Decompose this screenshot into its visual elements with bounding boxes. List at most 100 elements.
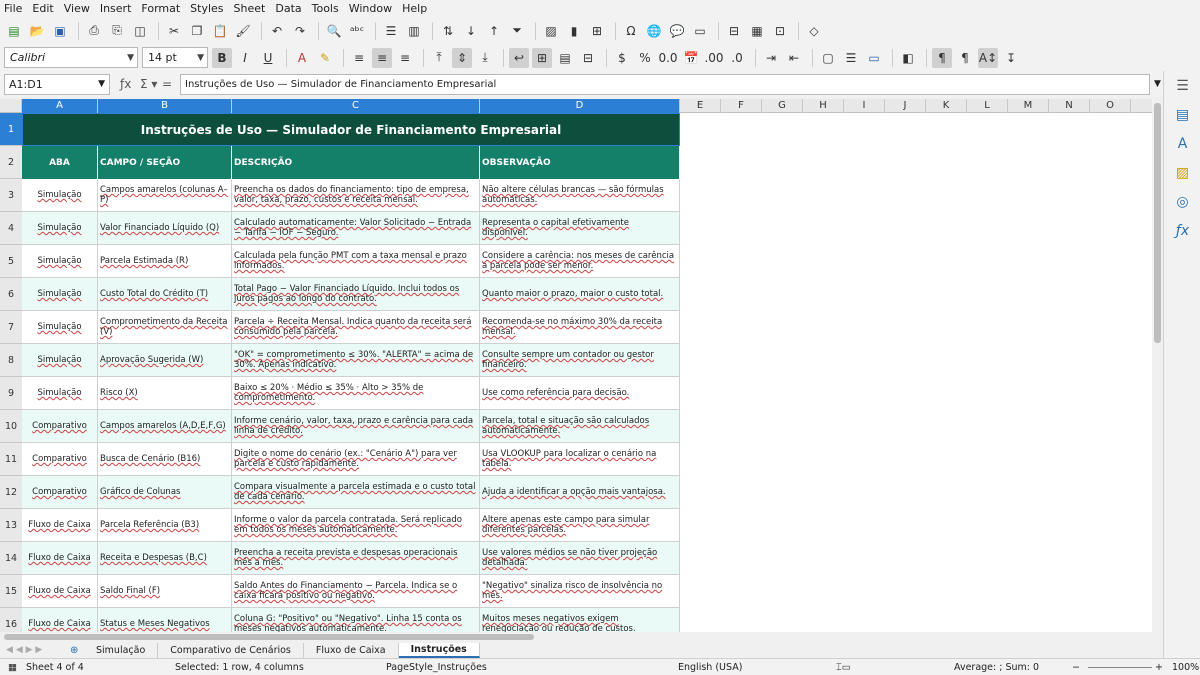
navigator-icon[interactable]: ◎ (1164, 187, 1200, 216)
table-cell[interactable]: Fluxo de Caixa (22, 542, 98, 575)
number-format-icon[interactable]: 0.0 (658, 48, 678, 68)
column-header-o[interactable]: O (1090, 99, 1131, 113)
print-icon[interactable]: ⎘ (107, 21, 127, 41)
save-icon[interactable]: ▣ (50, 21, 70, 41)
special-character-icon[interactable]: Ω (621, 21, 641, 41)
table-cell[interactable]: Comparativo (22, 443, 98, 476)
borders-icon[interactable]: ▢ (818, 48, 838, 68)
language[interactable]: English (USA) (678, 662, 742, 673)
column-header-m[interactable]: M (1008, 99, 1049, 113)
table-cell[interactable]: Representa o capital efetivamente dispon… (480, 212, 680, 245)
row-header[interactable]: 4 (0, 212, 22, 245)
row-header[interactable]: 10 (0, 410, 22, 443)
table-cell[interactable]: Preencha a receita prevista e despesas o… (232, 542, 480, 575)
comment-icon[interactable]: 💬 (667, 21, 687, 41)
italic-icon[interactable]: I (235, 48, 255, 68)
functions-icon[interactable]: ƒx (1164, 216, 1200, 245)
column-icon[interactable]: ▥ (404, 21, 424, 41)
table-cell[interactable]: Calculado automaticamente: Valor Solicit… (232, 212, 480, 245)
text-direction-icon[interactable]: A↕ (978, 47, 998, 68)
row-icon[interactable]: ☰ (381, 21, 401, 41)
sheet-tab[interactable]: Simulação (84, 642, 159, 658)
table-cell[interactable]: Status e Meses Negativos (98, 608, 232, 632)
insert-image-icon[interactable]: ▨ (541, 21, 561, 41)
merge-center-icon[interactable]: ⊞ (532, 47, 552, 68)
table-cell[interactable]: Saldo Antes do Financiamento − Parcela. … (232, 575, 480, 608)
row-header[interactable]: 12 (0, 476, 22, 509)
table-cell[interactable]: Considere a carência: nos meses de carên… (480, 245, 680, 278)
table-cell[interactable]: Total Pago − Valor Financiado Líquido. I… (232, 278, 480, 311)
border-style-icon[interactable]: ☰ (841, 48, 861, 68)
currency-format-icon[interactable]: $ (612, 48, 632, 68)
sheet-tab[interactable]: Instruções (398, 642, 480, 658)
delete-decimal-icon[interactable]: .0 (727, 48, 747, 68)
select-all-corner[interactable] (0, 99, 22, 113)
date-format-icon[interactable]: 📅 (681, 48, 701, 68)
gallery-icon[interactable]: ▨ (1164, 158, 1200, 187)
row-header[interactable]: 14 (0, 542, 22, 575)
table-cell[interactable]: Compara visualmente a parcela estimada e… (232, 476, 480, 509)
header-cell[interactable]: DESCRIÇÃO (232, 146, 480, 179)
column-header-c[interactable]: C (232, 99, 480, 113)
zoom-level[interactable]: 100% (1172, 662, 1199, 673)
sheet-tab[interactable]: Fluxo de Caixa (304, 642, 399, 658)
new-document-icon[interactable]: ▤ (4, 21, 24, 41)
increase-indent-icon[interactable]: ⇥ (761, 48, 781, 68)
menu-item-styles[interactable]: Styles (190, 2, 223, 15)
column-header-n[interactable]: N (1049, 99, 1090, 113)
table-cell[interactable]: Ajuda a identificar a opção mais vantajo… (480, 476, 680, 509)
table-cell[interactable]: Parcela, total e situação são calculados… (480, 410, 680, 443)
sum-icon[interactable]: Σ ▾ (140, 77, 160, 91)
row-header[interactable]: 5 (0, 245, 22, 278)
table-cell[interactable]: Campos amarelos (A,D,E,F,G) (98, 410, 232, 443)
table-cell[interactable]: Consulte sempre um contador ou gestor fi… (480, 344, 680, 377)
row-header[interactable]: 6 (0, 278, 22, 311)
name-box[interactable]: A1:D1 ▼ (4, 73, 110, 95)
selection-mode-icon[interactable]: ⌶▭ (836, 662, 851, 673)
row-header[interactable]: 16 (0, 608, 22, 632)
align-left-icon[interactable]: ≡ (349, 48, 369, 68)
styles-icon[interactable]: A (1164, 129, 1200, 158)
spreadsheet-grid[interactable]: ABCDEFGHIJKLMNO 1 2 3 4 5 6 7 8 9 10 11 12 13 14 15 16 … (0, 99, 1152, 632)
header-cell[interactable]: CAMPO / SEÇÃO (98, 146, 232, 179)
table-cell[interactable]: Simulação (22, 344, 98, 377)
cut-icon[interactable]: ✂ (164, 21, 184, 41)
table-cell[interactable]: Parcela ÷ Receita Mensal. Indica quanto … (232, 311, 480, 344)
table-cell[interactable]: Comparativo (22, 410, 98, 443)
menu-item-data[interactable]: Data (275, 2, 301, 15)
column-header-b[interactable]: B (98, 99, 232, 113)
column-header-l[interactable]: L (967, 99, 1008, 113)
sort-descending-icon[interactable]: ↑ (484, 21, 504, 41)
expand-formula-icon[interactable]: ▼ (1154, 79, 1161, 89)
sidebar-menu-icon[interactable]: ☰ (1164, 71, 1200, 100)
menu-item-edit[interactable]: Edit (32, 2, 53, 15)
wrap-text-icon[interactable]: ↩ (509, 47, 529, 68)
column-header-h[interactable]: H (803, 99, 844, 113)
row-header[interactable]: 7 (0, 311, 22, 344)
right-to-left-icon[interactable]: ¶ (955, 48, 975, 68)
table-cell[interactable]: Usa VLOOKUP para localizar o cenário na … (480, 443, 680, 476)
column-header-j[interactable]: J (885, 99, 926, 113)
table-cell[interactable]: Comprometimento da Receita (V) (98, 311, 232, 344)
row-header[interactable]: 13 (0, 509, 22, 542)
bold-icon[interactable]: B (212, 47, 232, 68)
header-cell[interactable]: OBSERVAÇÃO (480, 146, 680, 179)
insert-chart-icon[interactable]: ▮ (564, 21, 584, 41)
table-cell[interactable]: Recomenda-se no máximo 30% da receita me… (480, 311, 680, 344)
table-cell[interactable]: Comparativo (22, 476, 98, 509)
row-header[interactable]: 9 (0, 377, 22, 410)
table-cell[interactable]: Baixo ≤ 20% · Médio ≤ 35% · Alto > 35% d… (232, 377, 480, 410)
print-preview-icon[interactable]: ◫ (130, 21, 150, 41)
sum-summary[interactable]: Average: ; Sum: 0 (954, 662, 1039, 673)
table-cell[interactable]: Use como referência para decisão. (480, 377, 680, 410)
table-cell[interactable]: Simulação (22, 179, 98, 212)
table-cell[interactable]: Muitos meses negativos exigem renegociaç… (480, 608, 680, 632)
menu-item-file[interactable]: File (4, 2, 22, 15)
table-cell[interactable]: "OK" = comprometimento ≤ 30%. "ALERTA" =… (232, 344, 480, 377)
insert-pivot-icon[interactable]: ⊞ (587, 21, 607, 41)
tab-navigation[interactable]: ◀ ◀ ▶ ▶ (0, 645, 70, 655)
merge-cells-icon[interactable]: ▤ (555, 48, 575, 68)
column-header-k[interactable]: K (926, 99, 967, 113)
properties-icon[interactable]: ▤ (1164, 100, 1200, 129)
table-cell[interactable]: Simulação (22, 245, 98, 278)
